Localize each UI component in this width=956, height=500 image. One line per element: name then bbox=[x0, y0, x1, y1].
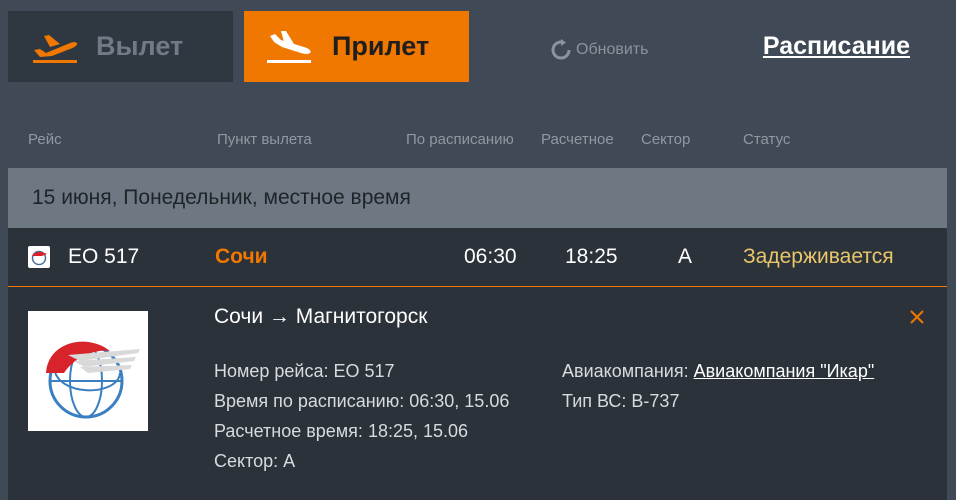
column-header-origin: Пункт вылета bbox=[217, 131, 312, 148]
detail-airline-label: Авиакомпания: bbox=[562, 361, 694, 381]
detail-scheduled-label: Время по расписанию: bbox=[214, 391, 410, 411]
detail-sector-value: A bbox=[283, 451, 296, 471]
schedule-link[interactable]: Расписание bbox=[763, 32, 910, 61]
detail-aircraft-value: B-737 bbox=[631, 391, 680, 411]
column-header-estimated: Расчетное bbox=[541, 131, 614, 148]
detail-flight-number-value: EO 517 bbox=[333, 361, 395, 381]
detail-flight-number: Номер рейса: EO 517 bbox=[214, 361, 395, 382]
plane-departure-icon bbox=[33, 34, 78, 63]
tab-departures-label: Вылет bbox=[96, 31, 184, 61]
detail-scheduled-value: 06:30, 15.06 bbox=[409, 391, 510, 411]
route-title: Сочи → Магнитогорск bbox=[214, 305, 428, 328]
plane-arrival-icon bbox=[267, 30, 311, 63]
column-header-sector: Сектор bbox=[641, 131, 691, 148]
tab-arrivals-label: Прилет bbox=[332, 31, 430, 61]
column-header-flight: Рейс bbox=[28, 131, 62, 148]
detail-airline: Авиакомпания: Авиакомпания "Икар" bbox=[562, 361, 874, 382]
refresh-label: Обновить bbox=[576, 41, 649, 58]
detail-estimated-value: 18:25, 15.06 bbox=[367, 421, 469, 441]
close-icon[interactable] bbox=[909, 309, 925, 325]
detail-estimated-label: Расчетное время: bbox=[214, 421, 368, 441]
refresh-icon bbox=[551, 39, 571, 60]
detail-aircraft: Тип ВС: B-737 bbox=[562, 391, 679, 412]
detail-aircraft-label: Тип ВС: bbox=[562, 391, 632, 411]
detail-sector-label: Сектор: bbox=[214, 451, 284, 471]
column-header-status: Статус bbox=[743, 131, 791, 148]
status-badge: Задерживается bbox=[743, 245, 894, 268]
date-header: 15 июня, Понедельник, местное время bbox=[8, 168, 947, 228]
detail-flight-number-label: Номер рейса: bbox=[214, 361, 334, 381]
sector: A bbox=[678, 245, 693, 268]
origin-city: Сочи bbox=[215, 245, 268, 268]
airline-logo bbox=[28, 311, 148, 431]
scheduled-time: 06:30 bbox=[464, 245, 517, 268]
refresh-button[interactable]: Обновить bbox=[550, 38, 648, 62]
detail-sector: Сектор: A bbox=[214, 451, 295, 472]
tab-arrivals[interactable]: Прилет bbox=[244, 11, 469, 82]
detail-scheduled: Время по расписанию: 06:30, 15.06 bbox=[214, 391, 509, 412]
flight-details-panel: Сочи → Магнитогорск Номер рейса: EO 517 … bbox=[8, 287, 947, 500]
tab-departures[interactable]: Вылет bbox=[8, 11, 233, 82]
detail-estimated: Расчетное время: 18:25, 15.06 bbox=[214, 421, 468, 442]
airline-logo-small bbox=[28, 246, 50, 268]
airline-link[interactable]: Авиакомпания "Икар" bbox=[694, 361, 875, 381]
estimated-time: 18:25 bbox=[565, 245, 618, 268]
date-header-text: 15 июня, Понедельник, местное время bbox=[32, 186, 411, 209]
column-header-scheduled: По расписанию bbox=[406, 131, 514, 148]
flight-number: EO 517 bbox=[68, 245, 140, 268]
flight-row[interactable]: EO 517 Сочи 06:30 18:25 A Задерживается bbox=[8, 228, 947, 287]
